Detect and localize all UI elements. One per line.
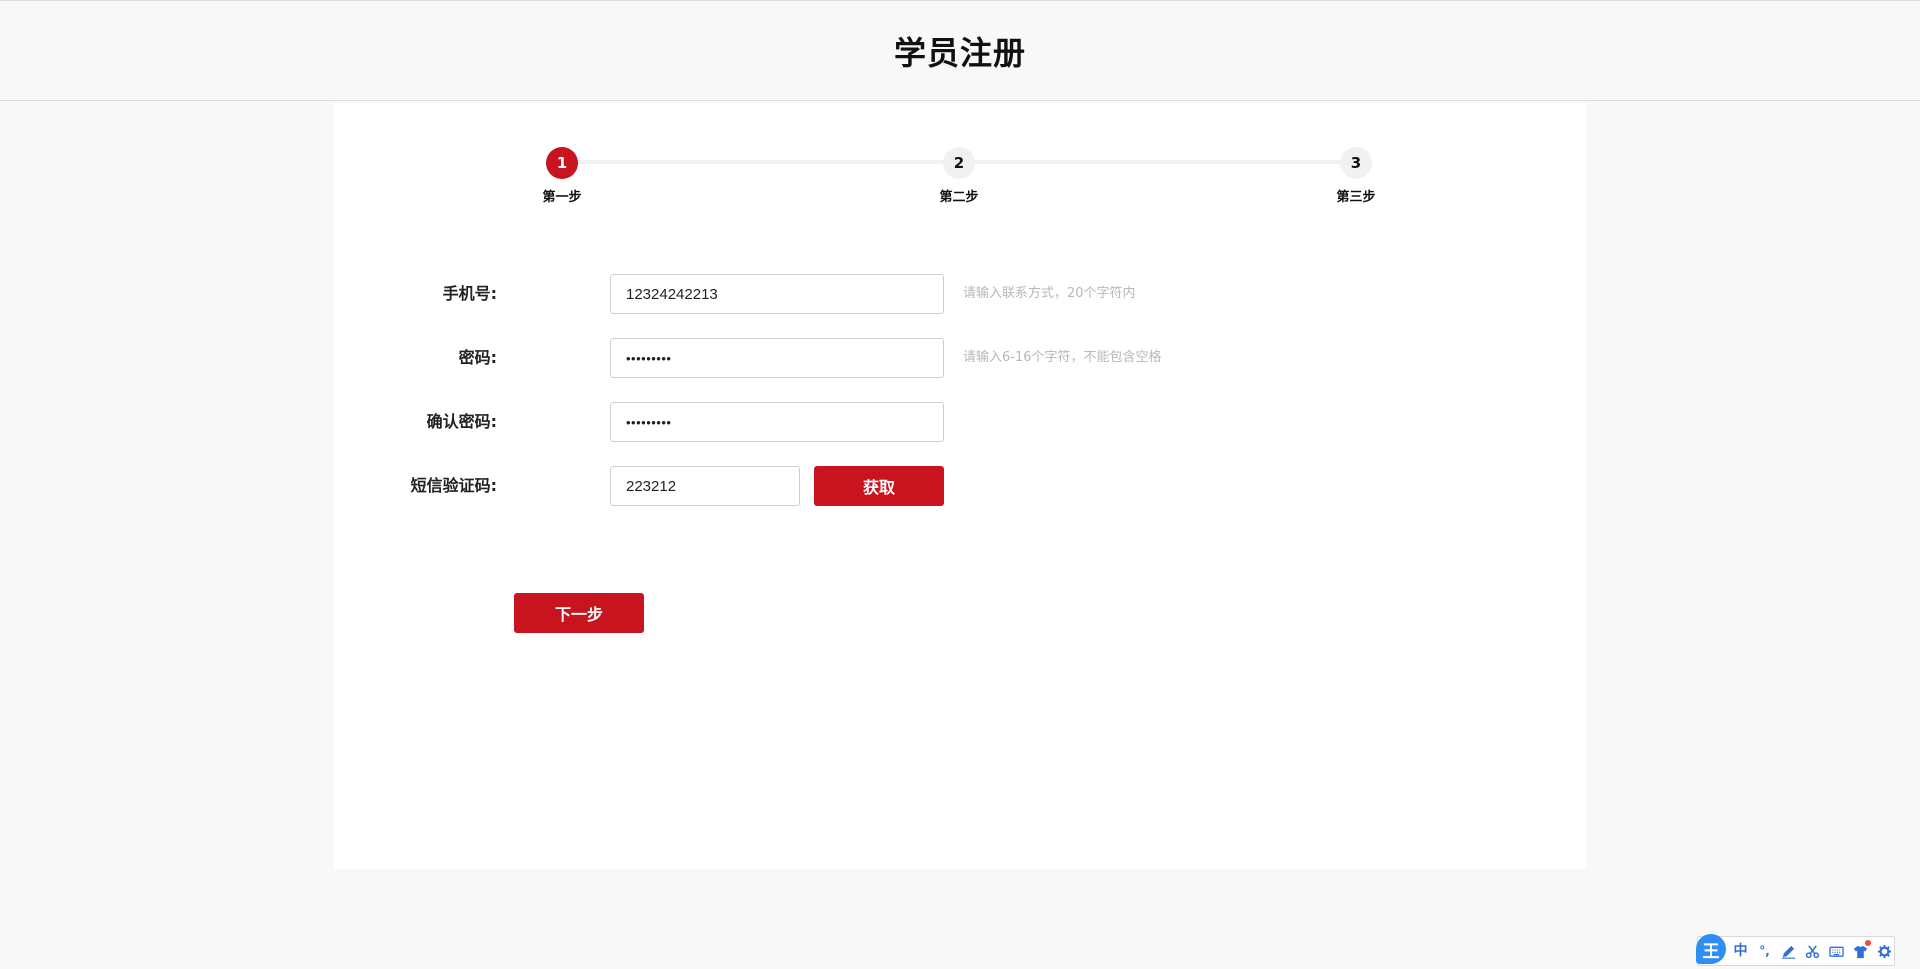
shirt-icon[interactable] [1852, 940, 1871, 960]
sms-code-label: 短信验证码: [410, 476, 497, 495]
sms-code-row: 短信验证码: 获取 [334, 466, 1587, 506]
password-input[interactable] [610, 338, 944, 378]
ime-logo-icon[interactable]: 王 [1696, 934, 1726, 964]
sms-code-input[interactable] [610, 466, 800, 506]
step-1-label: 第一步 [542, 190, 582, 205]
scissors-icon[interactable] [1804, 942, 1821, 960]
step-2: 2 第二步 [919, 147, 999, 205]
ime-toolbar: 王 中 °, [1696, 934, 1895, 966]
step-1-number: 1 [546, 147, 578, 179]
phone-hint: 请输入联系方式，20个字符内 [963, 286, 1136, 301]
step-3-number: 3 [1340, 147, 1372, 179]
gear-icon[interactable] [1876, 942, 1893, 960]
ime-punctuation-icon[interactable]: °, [1756, 942, 1773, 960]
page-title: 学员注册 [893, 33, 1026, 72]
confirm-password-label: 确认密码: [426, 412, 497, 431]
next-step-button[interactable]: 下一步 [514, 593, 644, 633]
pen-icon[interactable] [1780, 942, 1797, 960]
step-3: 3 第三步 [1316, 147, 1396, 205]
phone-label: 手机号: [442, 284, 497, 303]
keyboard-icon[interactable] [1828, 942, 1845, 960]
password-hint: 请输入6-16个字符，不能包含空格 [963, 350, 1162, 365]
confirm-password-row: 确认密码: [334, 402, 1587, 442]
phone-row: 手机号: 请输入联系方式，20个字符内 [334, 274, 1587, 314]
step-2-label: 第二步 [939, 190, 979, 205]
step-1: 1 第一步 [522, 147, 602, 205]
notification-dot [1865, 940, 1871, 946]
step-3-label: 第三步 [1336, 190, 1376, 205]
step-2-number: 2 [943, 147, 975, 179]
registration-panel: 1 第一步 2 第二步 3 第三步 手机号: 请输入联系方式，20个字符内 密码… [334, 103, 1587, 869]
page-header: 学员注册 [0, 0, 1920, 101]
password-row: 密码: 请输入6-16个字符，不能包含空格 [334, 338, 1587, 378]
confirm-password-input[interactable] [610, 402, 944, 442]
phone-input[interactable] [610, 274, 944, 314]
get-code-button[interactable]: 获取 [814, 466, 944, 506]
ime-chinese-mode-icon[interactable]: 中 [1732, 942, 1749, 960]
password-label: 密码: [458, 348, 497, 367]
